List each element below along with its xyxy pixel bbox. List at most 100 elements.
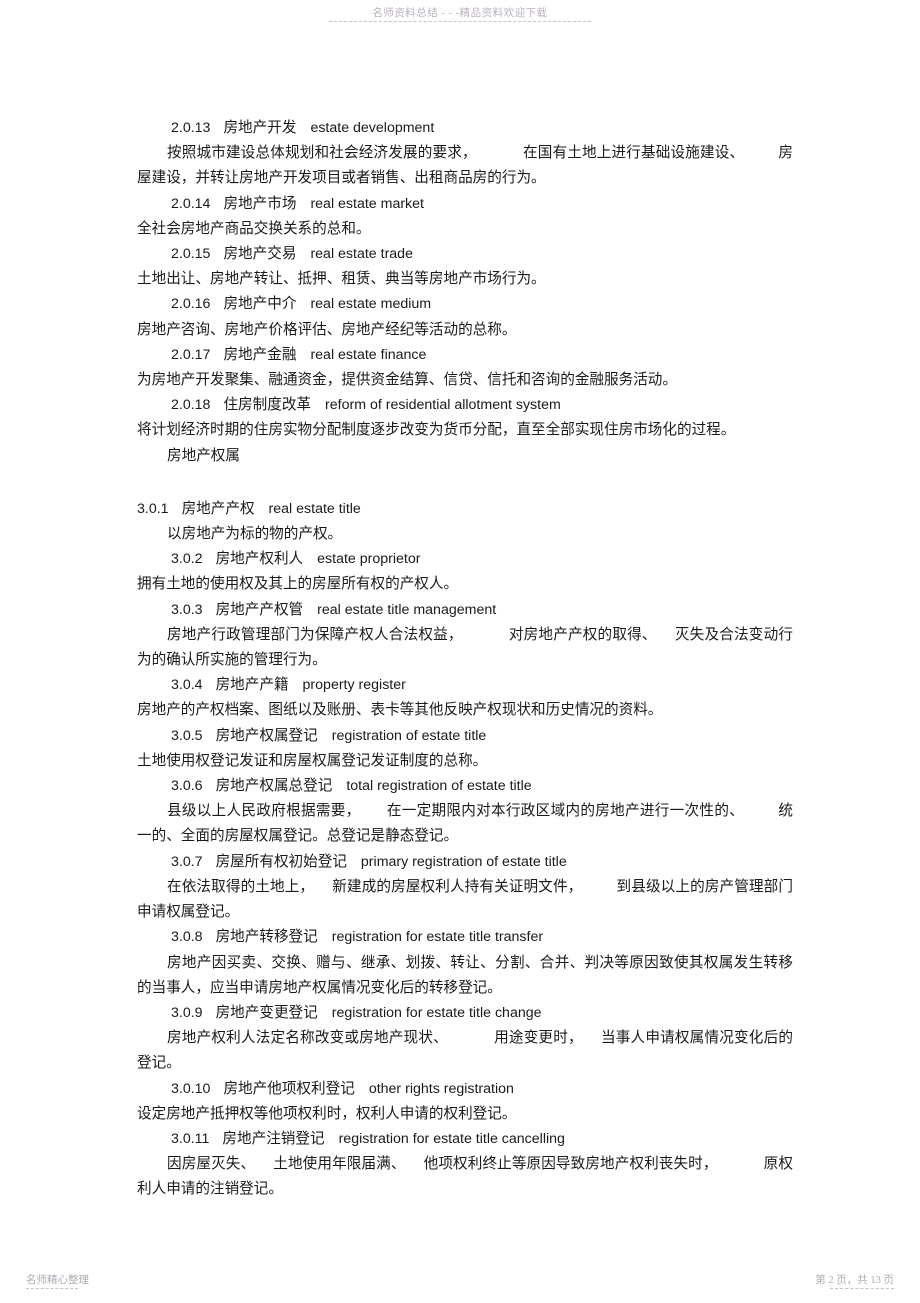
term-heading: 3.0.6 房地产权属总登记 total registration of estat…: [137, 774, 793, 799]
term-definition: 设定房地产抵押权等他项权利时，权利人申请的权利登记。: [137, 1105, 517, 1122]
term-heading: 3.0.3 房地产产权管 real estate title management: [137, 598, 793, 623]
term-definition: 房地产因买卖、交换、赠与、继承、划拨、转让、分割、合并、判决等原因致使其权属发生…: [137, 954, 793, 996]
term-english: real estate medium: [310, 296, 432, 313]
term-chinese: 房地产注销登记: [222, 1130, 325, 1147]
term-chinese: 房地产产权: [181, 500, 255, 517]
definition-segment: 他项权利终止等原因导致房地产权利丧失时，: [423, 1156, 718, 1173]
definition-segment: 土地使用年限届满、: [273, 1156, 406, 1173]
term-heading: 3.0.9 房地产变更登记 registration for estate titl…: [137, 1001, 793, 1026]
term-english: estate development: [310, 120, 435, 136]
definition-segment: 县级以上人民政府根据需要，: [167, 803, 361, 820]
term-heading: 2.0.14 房地产市场 real estate market: [137, 192, 793, 217]
term-chinese: 房地产金融: [223, 346, 297, 363]
term-heading: 3.0.2 房地产权利人 estate proprietor: [137, 547, 793, 572]
term-chinese: 房地产转移登记: [215, 929, 318, 946]
term-chinese: 房屋所有权初始登记: [215, 853, 347, 870]
term-chinese: 房地产中介: [223, 296, 297, 313]
term-chinese: 房地产权属总登记: [215, 778, 333, 795]
term-number: 3.0.4: [171, 677, 203, 694]
term-heading: 2.0.16 房地产中介 real estate medium: [137, 292, 793, 317]
term-heading: 2.0.13 房地产开发 estate development: [137, 116, 793, 141]
definition-segment: 在依法取得的土地上，: [167, 878, 315, 895]
term-definition: 将计划经济时期的住房实物分配制度逐步改变为货币分配，直至全部实现住房市场化的过程…: [137, 422, 736, 439]
definition-segment: 在一定期限内对本行政区域内的房地产进行一次性的、: [386, 803, 745, 820]
term-number: 3.0.1: [137, 500, 169, 517]
term-number: 3.0.10: [171, 1080, 211, 1097]
term-heading: 3.0.7 房屋所有权初始登记 primary registration of es…: [137, 850, 793, 875]
page-indicator: 第 2 页，共 13 页: [815, 1275, 894, 1289]
term-number: 2.0.13: [171, 120, 211, 136]
term-english: real estate title management: [317, 601, 497, 618]
term-number: 3.0.5: [171, 727, 203, 744]
term-english: real estate finance: [310, 346, 427, 363]
term-definition: 在依法取得的土地上， 新建成的房屋权利人持有关证明文件， 到县级以上的房产管理部门申…: [137, 875, 793, 925]
header-watermark-rule: [329, 21, 591, 22]
term-english: registration for estate title cancelling: [338, 1130, 565, 1147]
term-definition: 土地出让、房地产转让、抵押、租赁、典当等房地产市场行为。: [137, 271, 546, 288]
term-heading: 3.0.8 房地产转移登记 registration for estate titl…: [137, 925, 793, 950]
term-definition: 以房地产为标的物的产权。: [167, 526, 343, 543]
term-chinese: 房地产变更登记: [215, 1004, 318, 1021]
term-number: 2.0.17: [171, 346, 211, 363]
term-heading: 3.0.1 房地产产权 real estate title: [137, 497, 793, 522]
document-page: 名师资料总结 - - -精品资料欢迎下载 2.0.13 房地产开发 estate d…: [0, 0, 920, 1303]
term-english: registration for estate title transfer: [331, 929, 544, 946]
term-english: registration for estate title change: [331, 1004, 542, 1021]
definition-segment: 房地产行政管理部门为保障产权人合法权益，: [167, 626, 463, 643]
definition-segment: 对房地产产权的取得、: [508, 626, 657, 643]
term-definition: 为房地产开发聚集、融通资金，提供资金结算、信贷、信托和咨询的金融服务活动。: [137, 372, 677, 389]
term-english: real estate trade: [310, 246, 413, 263]
definition-segment: 在国有土地上进行基础设施建设、: [522, 145, 745, 162]
term-english: estate proprietor: [317, 551, 421, 568]
term-heading: 3.0.10 房地产他项权利登记 other rights registration: [137, 1077, 793, 1102]
term-chinese: 房地产权利人: [215, 551, 304, 568]
term-chinese: 房地产市场: [223, 195, 297, 212]
term-chinese: 房地产权属登记: [215, 727, 318, 744]
term-heading: 3.0.4 房地产产籍 property register: [137, 673, 793, 698]
term-chinese: 房地产开发: [223, 120, 297, 136]
term-definition: 房地产咨询、房地产价格评估、房地产经纪等活动的总称。: [137, 321, 517, 338]
term-number: 3.0.11: [171, 1130, 210, 1147]
page-indicator-text: 第 2 页，共 13 页: [815, 1275, 894, 1286]
term-english: total registration of estate title: [346, 778, 532, 795]
term-definition: 房地产权利人法定名称改变或房地产现状、 用途变更时， 当事人申请权属情况变化后的登记…: [137, 1026, 793, 1076]
footer-watermark-text: 名师精心整理: [26, 1275, 89, 1286]
term-english: real estate market: [310, 195, 424, 212]
definition-segment: 因房屋灭失、: [167, 1156, 256, 1173]
term-number: 3.0.9: [171, 1004, 203, 1021]
term-definition: 因房屋灭失、 土地使用年限届满、 他项权利终止等原因导致房地产权利丧失时， 原权利人申…: [137, 1152, 793, 1202]
term-number: 2.0.15: [171, 246, 211, 263]
term-definition: 拥有土地的使用权及其上的房屋所有权的产权人。: [137, 576, 459, 593]
term-definition: 按照城市建设总体规划和社会经济发展的要求， 在国有土地上进行基础设施建设、 房屋建设…: [137, 141, 793, 191]
term-number: 3.0.7: [171, 853, 203, 870]
term-number: 2.0.14: [171, 195, 211, 212]
term-definition: 土地使用权登记发证和房屋权属登记发证制度的总称。: [137, 752, 488, 769]
term-definition: 房地产行政管理部门为保障产权人合法权益， 对房地产产权的取得、 灭失及合法变动行为的…: [137, 623, 793, 673]
term-chinese: 房地产交易: [223, 246, 297, 263]
term-number: 3.0.8: [171, 929, 203, 946]
term-chinese: 房地产他项权利登记: [223, 1080, 355, 1097]
definition-segment: 房地产权利人法定名称改变或房地产现状、: [167, 1030, 448, 1047]
term-english: registration of estate title: [331, 727, 487, 744]
definition-segment: 用途变更时，: [493, 1030, 583, 1047]
footer-watermark-rule: [26, 1288, 78, 1289]
page-indicator-rule: [830, 1288, 894, 1289]
term-heading: 2.0.15 房地产交易 real estate trade: [137, 242, 793, 267]
term-number: 2.0.18: [171, 397, 211, 414]
term-chinese: 住房制度改革: [223, 397, 312, 414]
footer-watermark: 名师精心整理: [26, 1275, 89, 1289]
term-number: 3.0.3: [171, 601, 203, 618]
definition-segment: 按照城市建设总体规划和社会经济发展的要求，: [167, 145, 477, 162]
term-english: other rights registration: [368, 1080, 514, 1097]
term-english: reform of residential allotment system: [325, 397, 561, 414]
term-heading: 3.0.11 房地产注销登记 registration for estate tit…: [137, 1127, 793, 1152]
term-number: 3.0.6: [171, 778, 203, 795]
term-english: property register: [302, 677, 406, 694]
term-heading: 2.0.18 住房制度改革 reform of residential allotm…: [137, 393, 793, 418]
term-number: 3.0.2: [171, 551, 203, 568]
term-heading: 3.0.5 房地产权属登记 registration of estate title: [137, 724, 793, 749]
term-number: 2.0.16: [171, 296, 211, 313]
document-body: 2.0.13 房地产开发 estate development 按照城市建设总体规划…: [137, 116, 793, 1203]
term-english: real estate title: [268, 500, 361, 517]
